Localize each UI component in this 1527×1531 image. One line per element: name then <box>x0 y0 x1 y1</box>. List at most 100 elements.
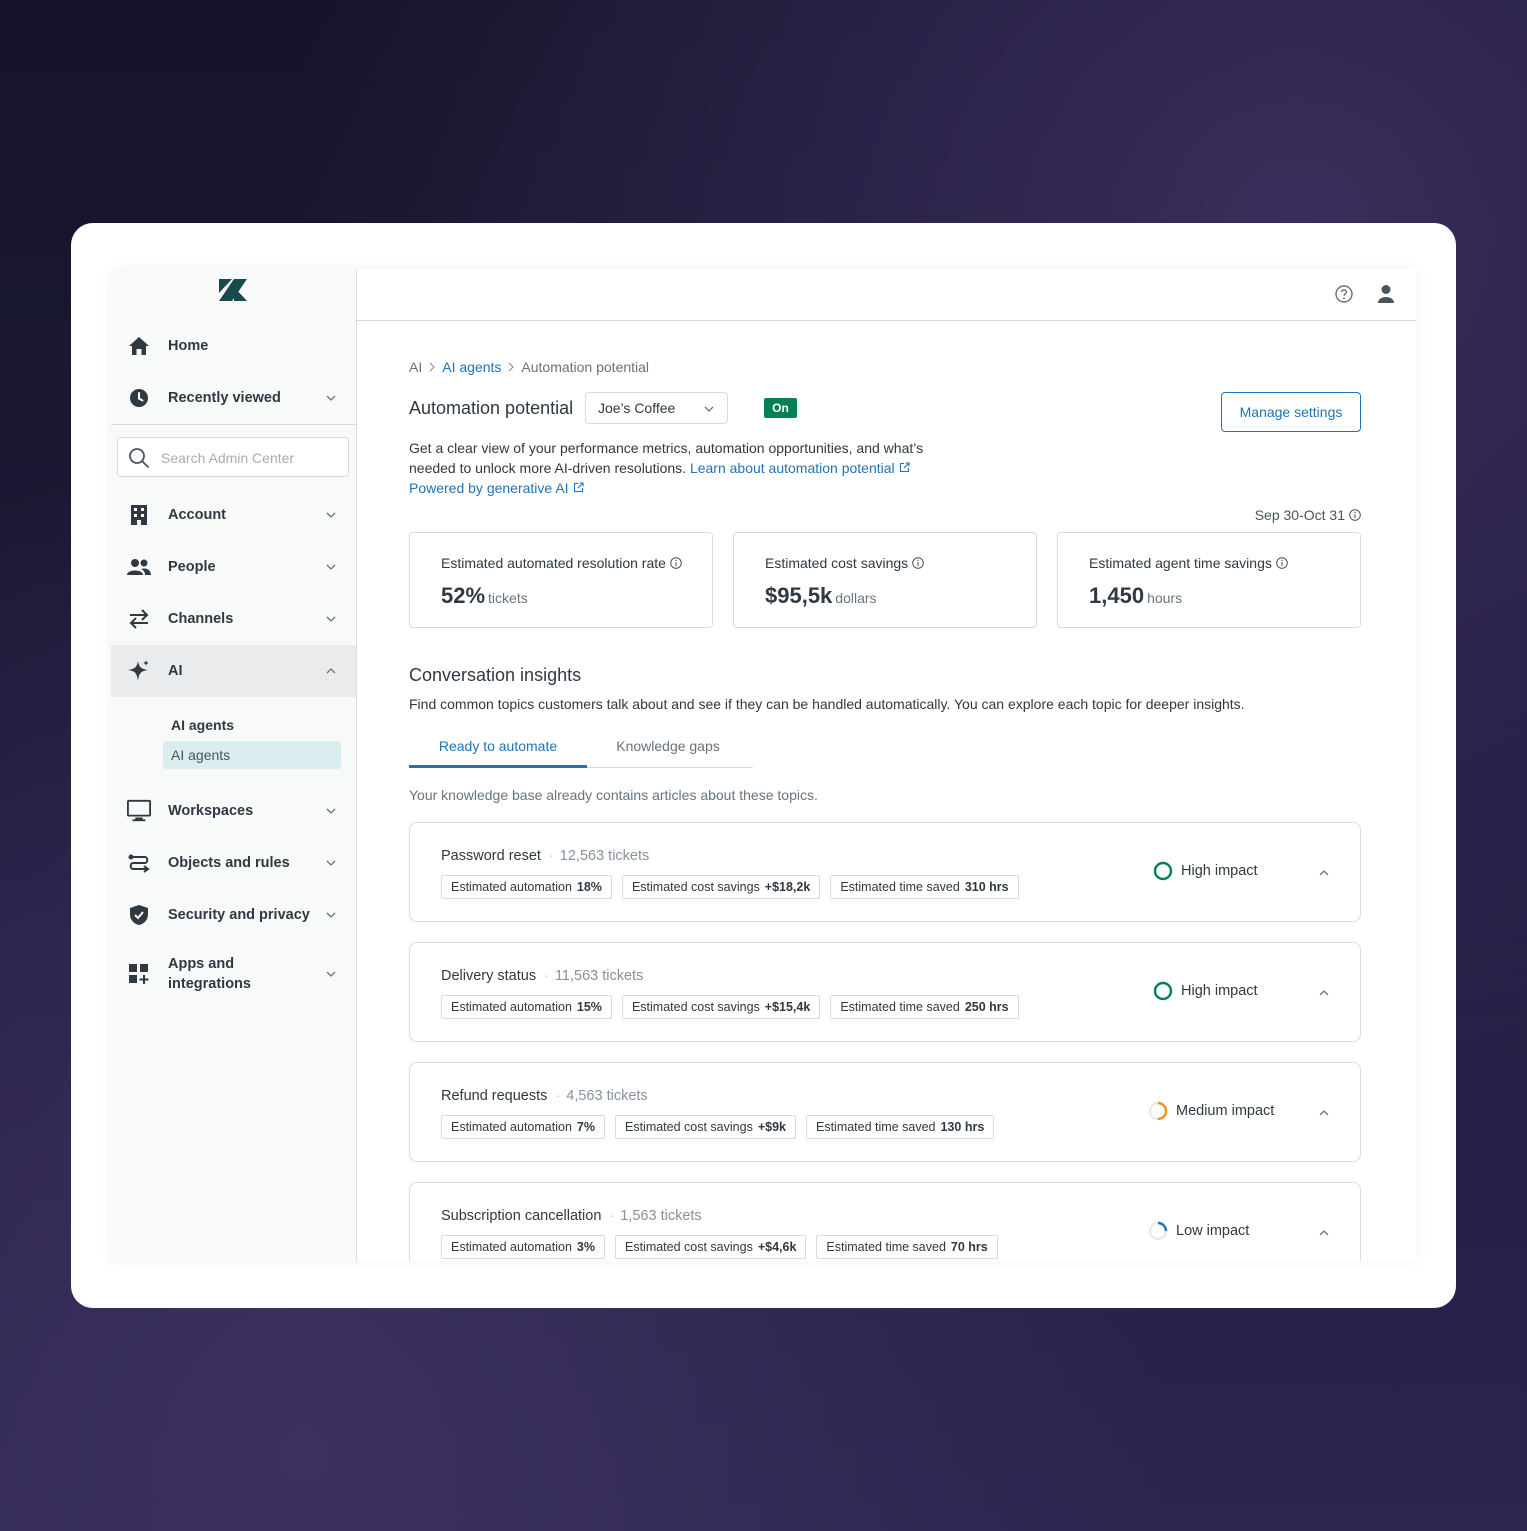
info-icon[interactable] <box>912 557 924 569</box>
topic-stat-chip: Estimated time saved 70 hrs <box>816 1235 998 1259</box>
sidebar-item-recently-viewed[interactable]: Recently viewed <box>111 372 356 424</box>
sidebar-item-workspaces[interactable]: Workspaces <box>111 785 356 837</box>
metric-card-resolution-rate: Estimated automated resolution rate 52% t… <box>409 532 713 628</box>
chevron-up-icon[interactable] <box>1318 1107 1330 1119</box>
sidebar-item-objects-and-rules[interactable]: Objects and rules <box>111 837 356 889</box>
search-admin-center[interactable] <box>117 437 349 477</box>
chip-label: Estimated time saved <box>840 880 960 894</box>
topic-stat-chip: Estimated automation 18% <box>441 875 612 899</box>
external-link-icon <box>899 462 910 473</box>
search-input[interactable] <box>161 447 341 469</box>
topic-stat-chip: Estimated time saved 130 hrs <box>805 1115 995 1139</box>
impact-indicator: High impact <box>1153 861 1258 881</box>
sidebar-item-account[interactable]: Account <box>111 489 356 541</box>
topic-card[interactable]: Subscription cancellation · 1,563 tickets E… <box>409 1182 1361 1261</box>
metric-value: $95,5k dollars <box>765 583 877 609</box>
chevron-up-icon[interactable] <box>1318 1227 1330 1239</box>
sidebar-item-channels[interactable]: Channels <box>111 593 356 645</box>
impact-indicator: Low impact <box>1148 1221 1249 1241</box>
chip-value: 7% <box>576 1120 595 1134</box>
apps-icon <box>127 962 151 986</box>
main-content: AI AI agents Automation potential Automa… <box>357 322 1416 1261</box>
sidebar-item-label: Objects and rules <box>168 855 290 871</box>
arrows-icon <box>127 607 151 631</box>
metric-unit: dollars <box>835 590 877 606</box>
tab-knowledge-gaps[interactable]: Knowledge gaps <box>587 736 749 768</box>
chip-value: 310 hrs <box>964 880 1009 894</box>
impact-label: Medium impact <box>1176 1103 1275 1119</box>
sidebar-item-label: Workspaces <box>168 803 254 819</box>
impact-ring-icon <box>1148 1221 1168 1241</box>
sidebar-item-label: Home <box>168 338 209 354</box>
topic-stat-chip: Estimated cost savings +$4,6k <box>614 1235 807 1259</box>
sidebar-item-home[interactable]: Home <box>111 320 356 372</box>
topic-ticket-count: 4,563 tickets <box>566 1088 648 1104</box>
sidebar-item-security-and-privacy[interactable]: Security and privacy <box>111 889 356 941</box>
sidebar-item-label: People <box>168 559 216 575</box>
impact-indicator: Medium impact <box>1148 1101 1274 1121</box>
info-icon[interactable] <box>670 557 682 569</box>
breadcrumb-ai[interactable]: AI <box>409 359 422 375</box>
sidebar-item-apps-and-integrations[interactable]: Apps and integrations <box>111 943 356 1005</box>
separator-dot: · <box>555 1088 561 1104</box>
topic-stats: Estimated automation 18% Estimated cost sa… <box>441 875 1019 899</box>
sidebar-item-people[interactable]: People <box>111 541 356 593</box>
chevron-up-icon <box>326 668 336 674</box>
chip-value: +$9k <box>757 1120 786 1134</box>
chevron-up-icon[interactable] <box>1318 867 1330 879</box>
sidebar-item-label: Recently viewed <box>168 390 281 406</box>
knowledge-base-note: Your knowledge base already contains art… <box>409 787 818 803</box>
tab-ready-to-automate[interactable]: Ready to automate <box>409 736 587 768</box>
chip-label: Estimated automation <box>451 1120 572 1134</box>
info-icon[interactable] <box>1349 509 1361 521</box>
metric-value-number: 1,450 <box>1089 583 1145 608</box>
sidebar-item-label: integrations <box>168 976 251 992</box>
info-icon[interactable] <box>1276 557 1288 569</box>
topic-title: Password reset · 12,563 tickets <box>441 848 649 864</box>
sidebar-item-label: Apps and <box>168 956 235 972</box>
chip-label: Estimated automation <box>451 1240 572 1254</box>
topic-card[interactable]: Delivery status · 11,563 tickets Estimated … <box>409 942 1361 1042</box>
shield-icon <box>127 903 151 927</box>
topic-name: Password reset <box>441 848 541 864</box>
topic-card[interactable]: Refund requests · 4,563 tickets Estimated a… <box>409 1062 1361 1162</box>
topic-card[interactable]: Password reset · 12,563 tickets Estimated a… <box>409 822 1361 922</box>
people-icon <box>127 555 151 579</box>
sidebar-item-label: Account <box>168 507 226 523</box>
chip-label: Estimated time saved <box>815 1120 936 1134</box>
date-range: Sep 30-Oct 31 <box>1237 507 1361 523</box>
manage-settings-button[interactable]: Manage settings <box>1221 392 1361 432</box>
section-description: Find common topics customers talk about … <box>409 696 1245 712</box>
user-icon[interactable] <box>1377 284 1395 304</box>
brand-select[interactable]: Joe’s Coffee <box>585 392 728 424</box>
topic-stat-chip: Estimated time saved 310 hrs <box>830 875 1019 899</box>
metric-value-number: $95,5k <box>765 583 833 608</box>
chip-value: 70 hrs <box>950 1240 988 1254</box>
sidebar-item-label: Channels <box>168 611 234 627</box>
search-icon <box>129 448 149 468</box>
metric-label-text: Estimated automated resolution rate <box>441 555 666 571</box>
sparkle-icon <box>127 659 151 683</box>
impact-label: High impact <box>1181 983 1258 999</box>
learn-about-automation-link[interactable]: Learn about automation potential <box>690 460 910 476</box>
separator-dot: · <box>544 968 549 984</box>
chip-label: Estimated cost savings <box>631 880 760 894</box>
separator-dot: · <box>548 848 554 864</box>
topic-ticket-count: 1,563 tickets <box>620 1208 702 1224</box>
insight-tabs: Ready to automate Knowledge gaps <box>409 736 753 768</box>
chevron-up-icon[interactable] <box>1318 987 1330 999</box>
zendesk-logo[interactable] <box>219 279 247 301</box>
chevron-right-icon <box>429 362 436 372</box>
breadcrumb-current: Automation potential <box>521 359 650 375</box>
chevron-down-icon <box>326 616 336 622</box>
sidebar: Home Recently viewed Account <box>111 269 357 1261</box>
chevron-down-icon <box>326 860 336 866</box>
metric-card-cost-savings: Estimated cost savings $95,5k dollars <box>733 532 1037 628</box>
powered-by-ai-link[interactable]: Powered by generative AI <box>409 480 584 496</box>
chip-value: 15% <box>576 1000 602 1014</box>
help-icon[interactable] <box>1335 285 1353 303</box>
top-bar <box>357 269 1416 321</box>
sidebar-subitem-ai-agents[interactable]: AI agents <box>163 741 341 769</box>
breadcrumb-ai-agents[interactable]: AI agents <box>442 359 501 375</box>
sidebar-item-ai[interactable]: AI <box>111 645 356 697</box>
